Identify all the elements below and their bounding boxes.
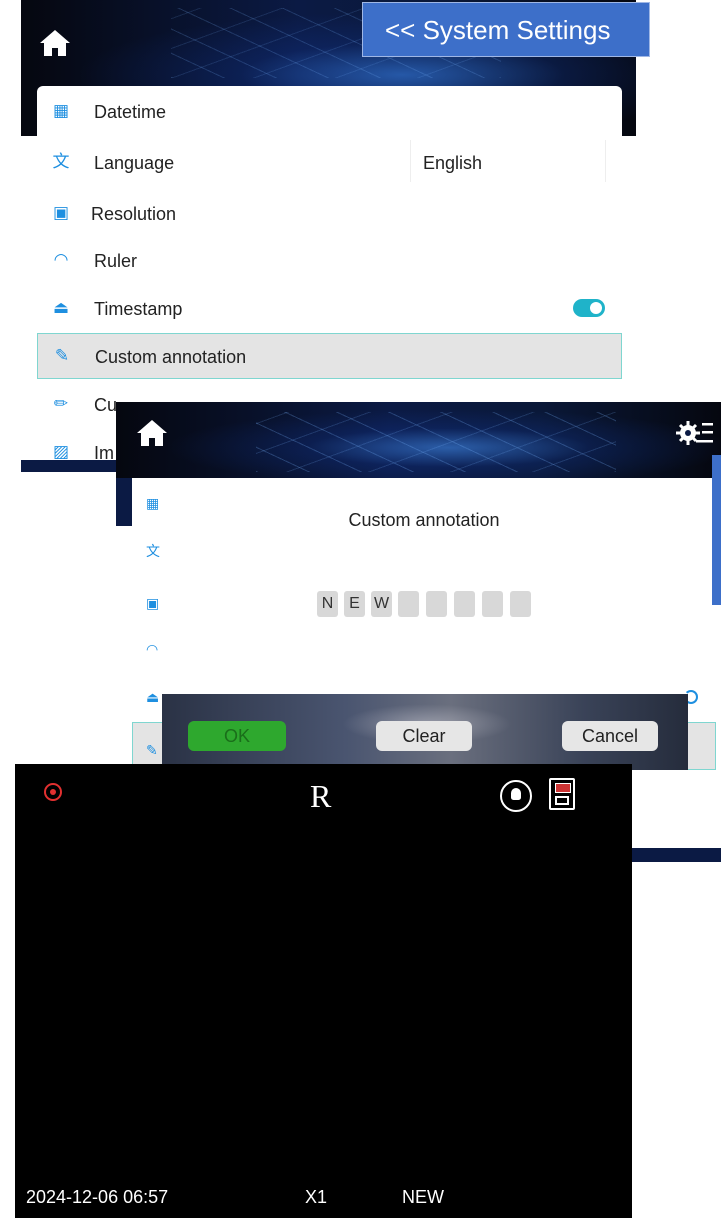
language-value[interactable]: English xyxy=(410,140,606,182)
header-edge xyxy=(21,460,116,472)
settings-item-datetime[interactable]: ▦ Datetime xyxy=(37,89,622,135)
ruler-icon: ◠ xyxy=(146,641,159,657)
annotation-overlay: NEW xyxy=(402,1187,444,1207)
settings-item-label: Timestamp xyxy=(94,299,183,319)
resolution-icon: ▣ xyxy=(146,595,160,611)
calendar-icon: ▦ xyxy=(52,101,70,120)
settings-item-custom-annotation[interactable]: ✎ Custom annotation xyxy=(37,333,622,379)
timestamp-toggle[interactable] xyxy=(573,299,605,317)
settings-item-ruler[interactable]: ◠ Ruler xyxy=(37,238,622,284)
settings-item-label: Custom annotation xyxy=(95,347,247,367)
pencil-icon: ✎ xyxy=(54,346,70,365)
dialog-screen-header xyxy=(116,402,721,478)
record-icon[interactable] xyxy=(44,783,62,801)
settings-item-label: Datetime xyxy=(94,102,167,122)
ruler-icon: ◠ xyxy=(53,250,69,269)
settings-item-resolution[interactable]: ▣ Resolution xyxy=(37,191,622,237)
cancel-button[interactable]: Cancel xyxy=(562,721,658,751)
image-icon: ▨ xyxy=(52,442,70,460)
char-slot[interactable]: E xyxy=(344,591,365,617)
char-slot[interactable] xyxy=(510,591,531,617)
settings-item-label: Ruler xyxy=(94,251,138,271)
settings-gear-icon[interactable] xyxy=(676,418,714,448)
char-slot[interactable] xyxy=(454,591,475,617)
dialog-title: Custom annotation xyxy=(348,510,500,530)
timestamp-icon: ⏏ xyxy=(52,298,70,317)
header-edge xyxy=(631,848,721,862)
language-icon: 文 xyxy=(52,152,70,171)
system-settings-title[interactable]: << System Settings xyxy=(362,2,650,57)
pen-icon: ✏ xyxy=(53,394,69,413)
char-slot[interactable] xyxy=(482,591,503,617)
home-icon[interactable] xyxy=(135,418,169,448)
settings-item-timestamp[interactable]: ⏏ Timestamp xyxy=(37,286,622,332)
char-slot[interactable]: W xyxy=(371,591,392,617)
resolution-icon: ▣ xyxy=(52,203,70,222)
ok-button[interactable]: OK xyxy=(188,721,286,751)
settings-item-label: Language xyxy=(94,153,175,173)
home-icon[interactable] xyxy=(38,28,72,58)
zoom-level: X1 xyxy=(305,1187,328,1207)
clear-button[interactable]: Clear xyxy=(376,721,472,751)
timestamp-icon: ⏏ xyxy=(146,689,160,705)
sd-card-icon xyxy=(549,778,575,810)
camera-view xyxy=(15,764,632,1218)
pencil-icon: ✎ xyxy=(146,742,158,758)
char-slot[interactable]: N xyxy=(317,591,338,617)
settings-item-label: Im xyxy=(94,443,114,460)
header-edge xyxy=(116,478,132,526)
settings-item-label: Resolution xyxy=(91,204,177,224)
datetime-overlay: 2024-12-06 06:57 xyxy=(26,1187,169,1207)
char-slot[interactable] xyxy=(398,591,419,617)
language-icon: 文 xyxy=(146,543,160,559)
r-mark: R xyxy=(310,778,332,814)
calendar-icon: ▦ xyxy=(146,495,160,511)
light-bulb-icon[interactable] xyxy=(500,780,532,812)
char-slot[interactable] xyxy=(426,591,447,617)
settings-item-label: Cu xyxy=(94,395,118,415)
